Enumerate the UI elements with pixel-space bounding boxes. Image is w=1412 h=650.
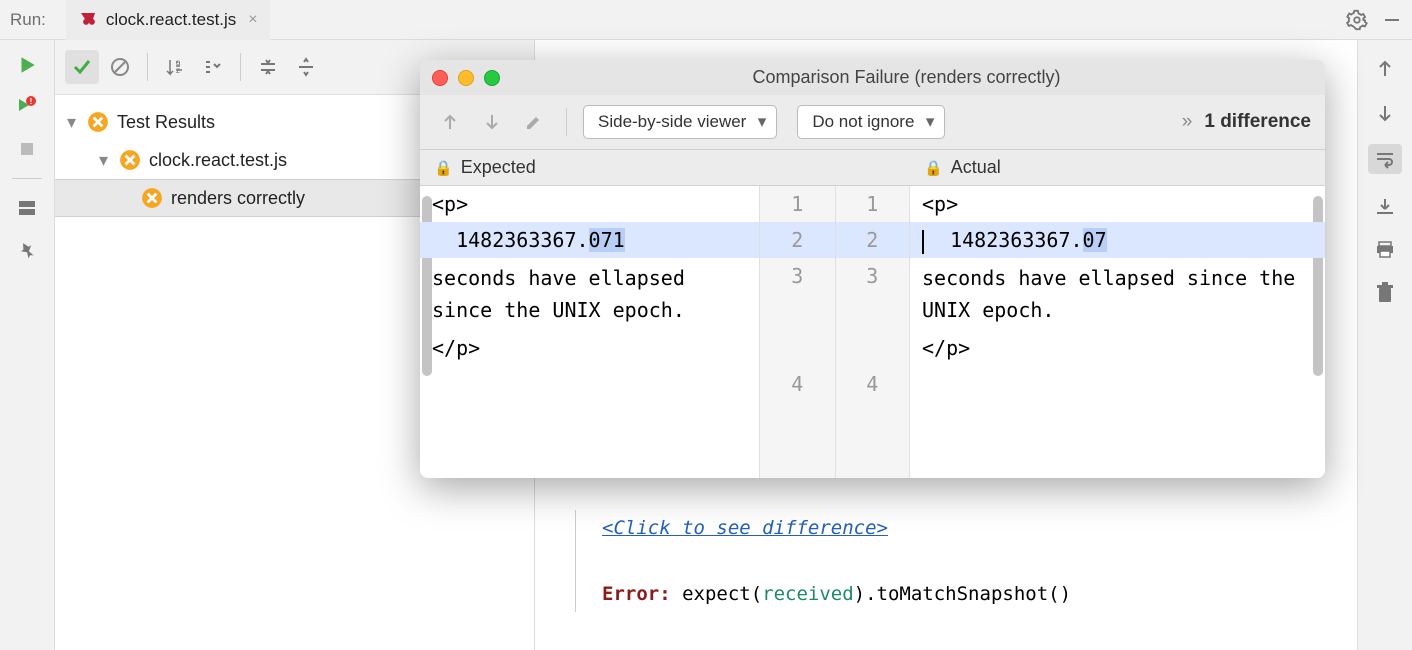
comparison-dialog: Comparison Failure (renders correctly) S… — [420, 60, 1325, 478]
minimize-icon[interactable] — [1382, 10, 1402, 30]
top-bar: Run: clock.react.test.js × — [0, 0, 1412, 40]
viewer-mode-select[interactable]: Side-by-side viewer — [583, 105, 777, 139]
pin-icon[interactable] — [14, 237, 40, 263]
expand-icon[interactable] — [196, 50, 230, 84]
collapse-all-icon[interactable] — [251, 50, 285, 84]
diff-count: 1 difference — [1204, 111, 1311, 133]
dialog-toolbar: Side-by-side viewer Do not ignore » 1 di… — [420, 95, 1325, 150]
gutter: 1 2 3 4 1 2 3 4 — [760, 186, 910, 478]
error-keyword: Error: — [602, 583, 671, 605]
run-label: Run: — [10, 10, 46, 30]
show-ignored-icon[interactable] — [103, 50, 137, 84]
code-line: seconds have ellapsed since the UNIX epo… — [910, 258, 1325, 330]
jest-icon — [78, 10, 98, 30]
svg-text:z: z — [176, 66, 180, 75]
sort-icon[interactable]: az — [158, 50, 192, 84]
code-line-diff: 1482363367.071 — [420, 222, 759, 258]
dialog-titlebar[interactable]: Comparison Failure (renders correctly) — [420, 60, 1325, 95]
console-text: expect( — [671, 583, 763, 605]
fail-icon — [119, 149, 141, 171]
trash-icon[interactable] — [1372, 280, 1398, 306]
chevron-down-icon: ▾ — [67, 112, 81, 133]
run-config-tab[interactable]: clock.react.test.js × — [66, 0, 270, 40]
layout-icon[interactable] — [14, 195, 40, 221]
code-line: <p> — [910, 186, 1325, 222]
tab-name: clock.react.test.js — [106, 10, 236, 30]
diff-body: <p> 1482363367.071 seconds have ellapsed… — [420, 186, 1325, 478]
svg-text:!: ! — [30, 97, 33, 106]
expand-all-icon[interactable] — [289, 50, 323, 84]
cursor — [922, 230, 924, 254]
print-icon[interactable] — [1372, 236, 1398, 262]
zoom-window-icon[interactable] — [484, 70, 500, 86]
code-line: <p> — [420, 186, 759, 222]
next-diff-icon[interactable] — [476, 106, 508, 138]
down-arrow-icon[interactable] — [1372, 100, 1398, 126]
tree-file-label: clock.react.test.js — [149, 150, 287, 171]
run-icon[interactable] — [14, 52, 40, 78]
code-line: seconds have ellapsed since the UNIX epo… — [420, 258, 759, 330]
minimize-window-icon[interactable] — [458, 70, 474, 86]
tree-root-label: Test Results — [117, 112, 215, 133]
expected-pane[interactable]: <p> 1482363367.071 seconds have ellapsed… — [420, 186, 760, 478]
fail-icon — [87, 111, 109, 133]
code-line: </p> — [910, 330, 1325, 366]
lock-icon: 🔒 — [434, 159, 453, 177]
more-icon[interactable]: » — [1182, 111, 1193, 133]
dialog-title: Comparison Failure (renders correctly) — [500, 67, 1313, 88]
edit-icon[interactable] — [518, 106, 550, 138]
close-window-icon[interactable] — [432, 70, 448, 86]
right-gutter — [1357, 40, 1412, 650]
prev-diff-icon[interactable] — [434, 106, 466, 138]
up-arrow-icon[interactable] — [1372, 56, 1398, 82]
left-gutter: ! — [0, 40, 55, 650]
see-difference-link[interactable]: <Click to see difference> — [602, 517, 888, 539]
received-keyword: received — [762, 583, 854, 605]
scroll-to-end-icon[interactable] — [1372, 192, 1398, 218]
lock-icon: 🔒 — [924, 159, 943, 177]
rerun-failed-icon[interactable]: ! — [14, 94, 40, 120]
actual-pane[interactable]: <p> 1482363367.07 seconds have ellapsed … — [910, 186, 1325, 478]
code-line: </p> — [420, 330, 759, 366]
code-line-diff: 1482363367.07 — [910, 222, 1325, 258]
wrap-icon[interactable] — [1368, 144, 1402, 174]
stop-icon[interactable] — [14, 136, 40, 162]
ignore-mode-select[interactable]: Do not ignore — [797, 105, 945, 139]
gear-icon[interactable] — [1346, 9, 1368, 31]
actual-header: 🔒 Actual — [910, 150, 1325, 185]
close-icon[interactable]: × — [248, 11, 257, 29]
fail-icon — [141, 187, 163, 209]
show-passed-icon[interactable] — [65, 50, 99, 84]
expected-header: 🔒 Expected — [420, 150, 760, 185]
tree-test-label: renders correctly — [171, 188, 305, 209]
chevron-down-icon: ▾ — [99, 150, 113, 171]
console-text: ).toMatchSnapshot() — [854, 583, 1071, 605]
